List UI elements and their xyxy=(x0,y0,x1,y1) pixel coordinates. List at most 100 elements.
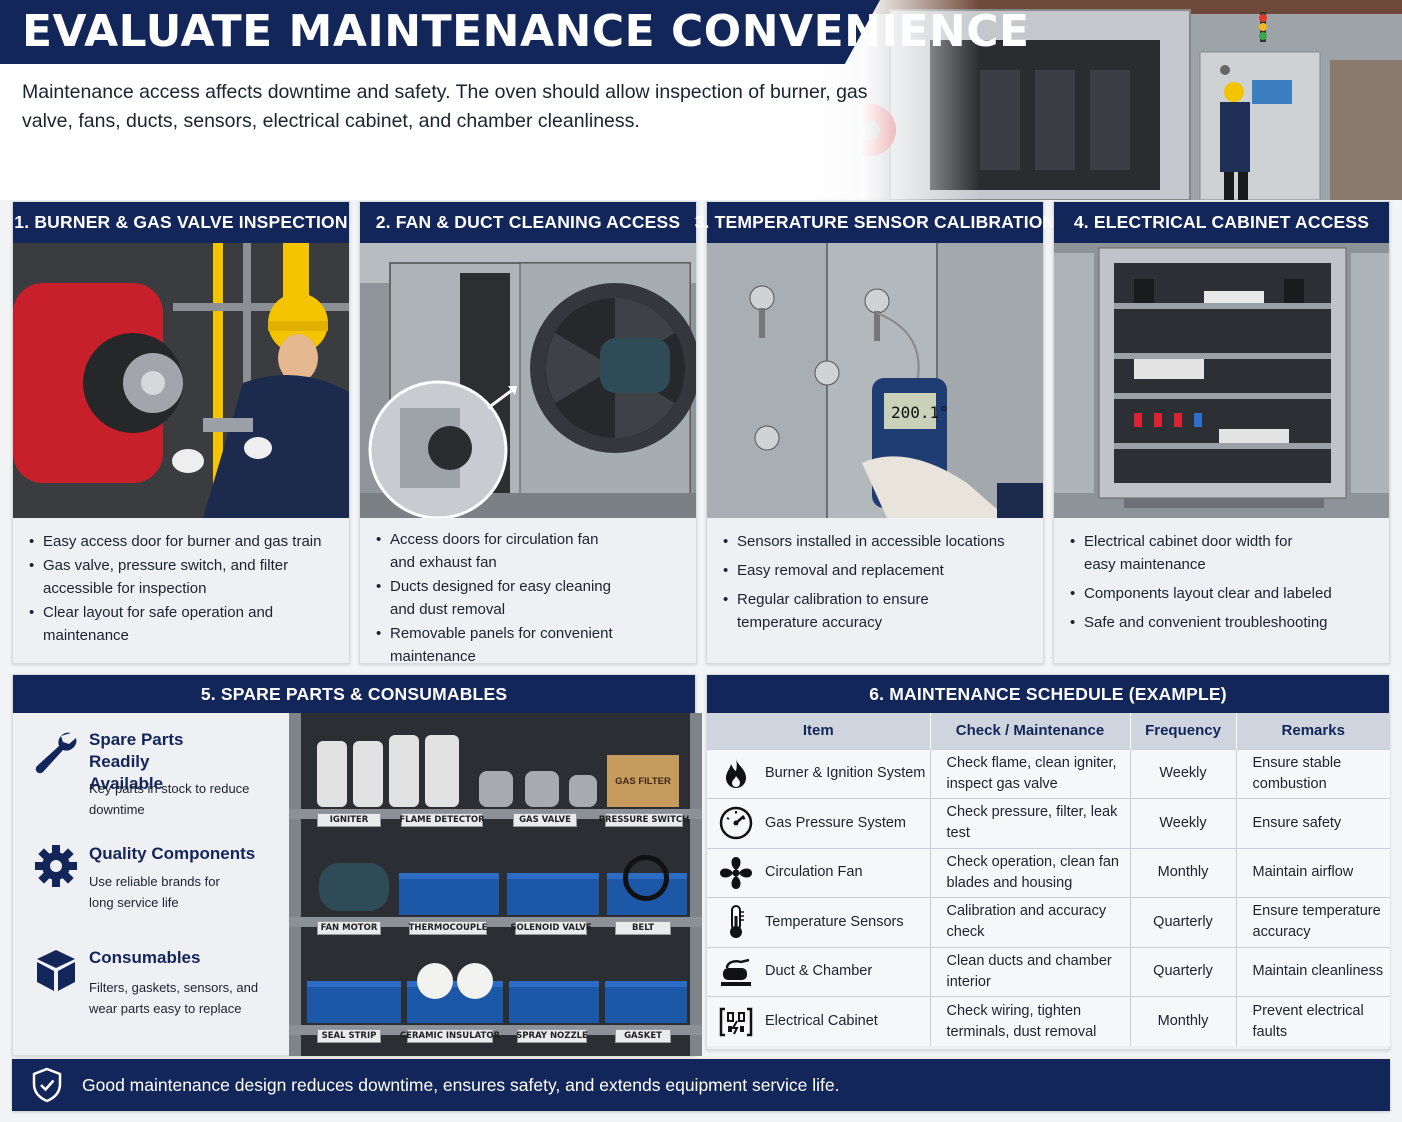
parts-bin xyxy=(307,981,401,1023)
shelf-label: BELT xyxy=(615,921,671,935)
bullet-list: Electrical cabinet door width for easy m… xyxy=(1054,518,1389,634)
burner-photo xyxy=(13,243,349,518)
bullet-item: Regular calibration to ensure temperatur… xyxy=(723,588,963,634)
panel-burner-inspection: 1. BURNER & GAS VALVE INSPECTION Easy ac… xyxy=(12,201,350,664)
item-desc: Use reliable brands for long service lif… xyxy=(89,874,220,910)
wrench-icon xyxy=(33,729,79,775)
table-header-row: Item Check / Maintenance Frequency Remar… xyxy=(707,713,1390,749)
panel-title: 2. FAN & DUCT CLEANING ACCESS xyxy=(360,202,696,243)
column-header: Frequency xyxy=(1130,713,1237,749)
valve-part xyxy=(525,771,559,807)
panel-electrical-cabinet: 4. ELECTRICAL CABINET ACCESS Electrical … xyxy=(1053,201,1390,664)
schedule-table: Item Check / Maintenance Frequency Remar… xyxy=(707,713,1390,1046)
fan-duct-illustration xyxy=(360,243,696,518)
bullet-item: Safe and convenient troubleshooting xyxy=(1070,611,1375,634)
spare-parts-item: Spare Parts Readily Available Key parts … xyxy=(33,729,273,829)
panel-maintenance-schedule: 6. MAINTENANCE SCHEDULE (EXAMPLE) Item C… xyxy=(706,674,1390,1050)
shelf-label: PRESSURE SWITCH xyxy=(598,813,690,827)
parts-shelf: GAS FILTER IGNITER FLAME DETECTOR GAS VA… xyxy=(289,713,702,1056)
bullet-list: Access doors for circulation fan and exh… xyxy=(360,518,696,668)
shelf-label: SOLENOID VALVE xyxy=(510,921,592,935)
item-desc: Key parts in stock to reduce downtime xyxy=(89,781,250,817)
bullet-item: Access doors for circulation fan and exh… xyxy=(376,528,616,574)
bullet-item: Components layout clear and labeled xyxy=(1070,582,1375,605)
fan-icon xyxy=(707,855,765,891)
flame-icon xyxy=(707,758,765,790)
panel-sensor-calibration: 3. TEMPERATURE SENSOR CALIBRATION 200.1°… xyxy=(695,201,1055,664)
page-title: EVALUATE MAINTENANCE CONVENIENCE xyxy=(22,6,1030,57)
shelf-label: GAS VALVE xyxy=(513,813,577,827)
parts-bin xyxy=(507,873,599,915)
quality-item: Quality Components Use reliable brands f… xyxy=(33,843,273,923)
table-row: Burner & Ignition System Check flame, cl… xyxy=(707,748,1390,799)
panel-spare-parts: 5. SPARE PARTS & CONSUMABLES Spare Parts… xyxy=(12,674,702,1056)
check-cell: Check pressure, filter, leak test xyxy=(930,798,1131,848)
filter-cartridge xyxy=(353,741,383,807)
check-cell: Check wiring, tighten terminals, dust re… xyxy=(930,996,1131,1046)
meter-reading: 200.1° xyxy=(891,403,949,422)
column-header: Check / Maintenance xyxy=(930,713,1131,749)
frequency-cell: Quarterly xyxy=(1130,897,1237,947)
column-header: Item xyxy=(707,713,931,749)
remarks-cell: Prevent electrical faults xyxy=(1236,996,1390,1046)
cabinet-icon xyxy=(707,1007,765,1037)
remarks-cell: Maintain cleanliness xyxy=(1236,946,1390,997)
cabinet-photo xyxy=(1054,243,1389,518)
bullet-item: Easy access door for burner and gas trai… xyxy=(29,530,335,553)
panel-fan-duct-access: 2. FAN & DUCT CLEANING ACCESS Access doo… xyxy=(359,201,697,665)
check-cell: Check operation, clean fan blades and ho… xyxy=(930,847,1131,898)
table-row: Gas Pressure System Check pressure, filt… xyxy=(707,798,1390,848)
frequency-cell: Weekly xyxy=(1130,748,1237,799)
vacuum-icon xyxy=(707,956,765,988)
panel-title: 3. TEMPERATURE SENSOR CALIBRATION xyxy=(695,202,1055,243)
frequency-cell: Monthly xyxy=(1130,847,1237,898)
shelf-label: THERMOCOUPLE xyxy=(408,921,488,935)
burner-illustration xyxy=(13,243,349,518)
fan-motor xyxy=(319,863,389,911)
remarks-cell: Ensure temperature accuracy xyxy=(1236,897,1390,947)
check-cell: Calibration and accuracy check xyxy=(930,897,1131,947)
footer-banner: Good maintenance design reduces downtime… xyxy=(12,1059,1390,1111)
frequency-cell: Weekly xyxy=(1130,798,1237,848)
filter-cartridge xyxy=(425,735,459,807)
shelf-frame xyxy=(289,713,301,1056)
shelf-frame xyxy=(690,713,702,1056)
shelf-label: IGNITER xyxy=(317,813,381,827)
frequency-cell: Monthly xyxy=(1130,996,1237,1046)
remarks-cell: Ensure stable combustion xyxy=(1236,748,1390,799)
bullet-item: Gas valve, pressure switch, and filter a… xyxy=(29,554,335,600)
shelf-label: FLAME DETECTOR xyxy=(399,813,485,827)
shelf-label: SEAL STRIP xyxy=(317,1029,381,1043)
filter-cartridge xyxy=(389,735,419,807)
panel-title: 6. MAINTENANCE SCHEDULE (EXAMPLE) xyxy=(707,675,1389,713)
table-row: Temperature Sensors Calibration and accu… xyxy=(707,897,1390,947)
item-name: Duct & Chamber xyxy=(765,963,873,980)
remarks-cell: Maintain airflow xyxy=(1236,847,1390,898)
shelf-label: FAN MOTOR xyxy=(317,921,381,935)
item-desc: Filters, gaskets, sensors, and wear part… xyxy=(89,980,259,1016)
valve-part xyxy=(479,771,513,807)
sensor-illustration: 200.1° xyxy=(707,243,1043,518)
shelf-label: GASKET xyxy=(615,1029,671,1043)
table-row: Electrical Cabinet Check wiring, tighten… xyxy=(707,996,1390,1046)
item-name: Circulation Fan xyxy=(765,864,863,881)
item-name: Temperature Sensors xyxy=(765,913,904,930)
item-name: Burner & Ignition System xyxy=(765,765,926,782)
column-header: Remarks xyxy=(1236,713,1390,749)
item-title: Quality Components xyxy=(89,844,256,863)
bullet-list: Easy access door for burner and gas trai… xyxy=(13,518,349,647)
cabinet-illustration xyxy=(1054,243,1389,518)
panel-title: 1. BURNER & GAS VALVE INSPECTION xyxy=(13,202,349,243)
box-icon xyxy=(33,947,79,993)
parts-bin xyxy=(605,981,687,1023)
bullet-item: Clear layout for safe operation and main… xyxy=(29,601,335,647)
gear-icon xyxy=(33,843,79,889)
consumables-item: Consumables Filters, gaskets, sensors, a… xyxy=(33,947,273,1027)
item-name: Electrical Cabinet xyxy=(765,1013,878,1029)
ceramic-roll xyxy=(417,963,453,999)
filter-cartridge xyxy=(317,741,347,807)
footer-text: Good maintenance design reduces downtime… xyxy=(82,1074,840,1095)
bullet-item: Easy removal and replacement xyxy=(723,559,1029,582)
check-cell: Clean ducts and chamber interior xyxy=(930,946,1131,997)
item-name: Gas Pressure System xyxy=(765,814,907,831)
